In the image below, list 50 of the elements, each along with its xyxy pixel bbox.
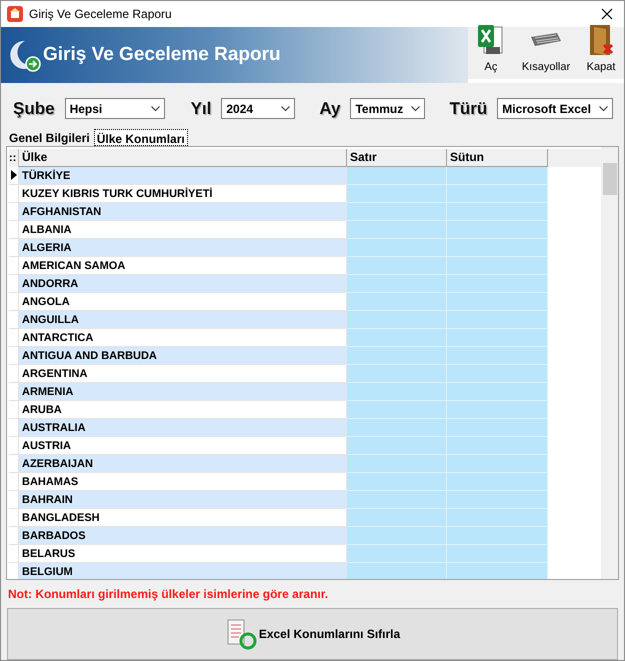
- filter-label: Yıl: [190, 98, 212, 120]
- close-icon[interactable]: [601, 8, 613, 20]
- scrollbar[interactable]: [601, 146, 618, 580]
- table-cell: BANGLADESH: [19, 508, 347, 527]
- table-cell: AUSTRALIA: [19, 418, 347, 437]
- table-cell: BAHAMAS: [19, 472, 347, 491]
- dropdown-field[interactable]: Microsoft Excel: [497, 98, 614, 120]
- table-cell: ARUBA: [19, 400, 347, 419]
- table-cell: BAHRAIN: [19, 490, 347, 509]
- chevron-down-icon: [281, 106, 290, 112]
- reset-button[interactable]: Excel Konumlarını Sıfırla: [7, 608, 618, 660]
- toolbar-button[interactable]: Aç: [476, 22, 506, 75]
- dropdown-field[interactable]: 2024: [221, 98, 296, 120]
- chevron-down-icon: [599, 106, 608, 112]
- toolbar-button[interactable]: Kısayollar: [522, 22, 570, 75]
- table-cell: ANGUILLA: [19, 310, 347, 329]
- filter-label: Ay: [319, 98, 340, 120]
- filter-label: Türü: [449, 98, 488, 120]
- tab[interactable]: Genel Bilgileri: [7, 128, 92, 146]
- chevron-down-icon: [411, 106, 420, 112]
- dropdown-field[interactable]: Temmuz: [350, 98, 426, 120]
- table-cell: ARGENTINA: [19, 364, 347, 383]
- toolbar-button[interactable]: Kapat: [586, 22, 616, 75]
- table-cell: ANGOLA: [19, 292, 347, 311]
- dropdown-field[interactable]: Hepsi: [64, 98, 165, 120]
- table-cell: ALGERIA: [19, 238, 347, 257]
- filter-label: Şube: [13, 98, 55, 120]
- table-cell: BARBADOS: [19, 526, 347, 545]
- report-title: Giriş Ve Geceleme Raporu: [43, 42, 281, 67]
- table-cell: AFGHANISTAN: [19, 202, 347, 221]
- window-title: Giriş Ve Geceleme Raporu: [29, 6, 172, 23]
- table-cell: ANTIGUA AND BARBUDA: [19, 346, 347, 365]
- table-cell: ALBANIA: [19, 220, 347, 239]
- table-cell: ARMENIA: [19, 382, 347, 401]
- grid-corner-mark: ::: [9, 148, 19, 167]
- table-cell: AUSTRIA: [19, 436, 347, 455]
- table-cell: KUZEY KIBRIS TURK CUMHURİYETİ: [19, 184, 347, 203]
- row-pointer-icon: [10, 170, 16, 180]
- chevron-down-icon: [150, 106, 160, 112]
- document-refresh-icon: [224, 618, 257, 650]
- table-cell: BELARUS: [19, 544, 347, 563]
- app-icon: [7, 6, 23, 22]
- table-cell: AMERICAN SAMOA: [19, 256, 347, 275]
- note-text: Not: Konumları girilmemiş ülkeler isimlerine göre aranır.: [8, 586, 330, 604]
- table-cell: ANDORRA: [19, 274, 347, 293]
- table-cell: BELGIUM: [19, 562, 347, 580]
- table-cell: AZERBAIJAN: [19, 454, 347, 473]
- table-cell: ANTARCTICA: [19, 328, 347, 347]
- tab[interactable]: Ülke Konumları: [94, 128, 188, 146]
- table-cell: TÜRKİYE: [19, 166, 347, 185]
